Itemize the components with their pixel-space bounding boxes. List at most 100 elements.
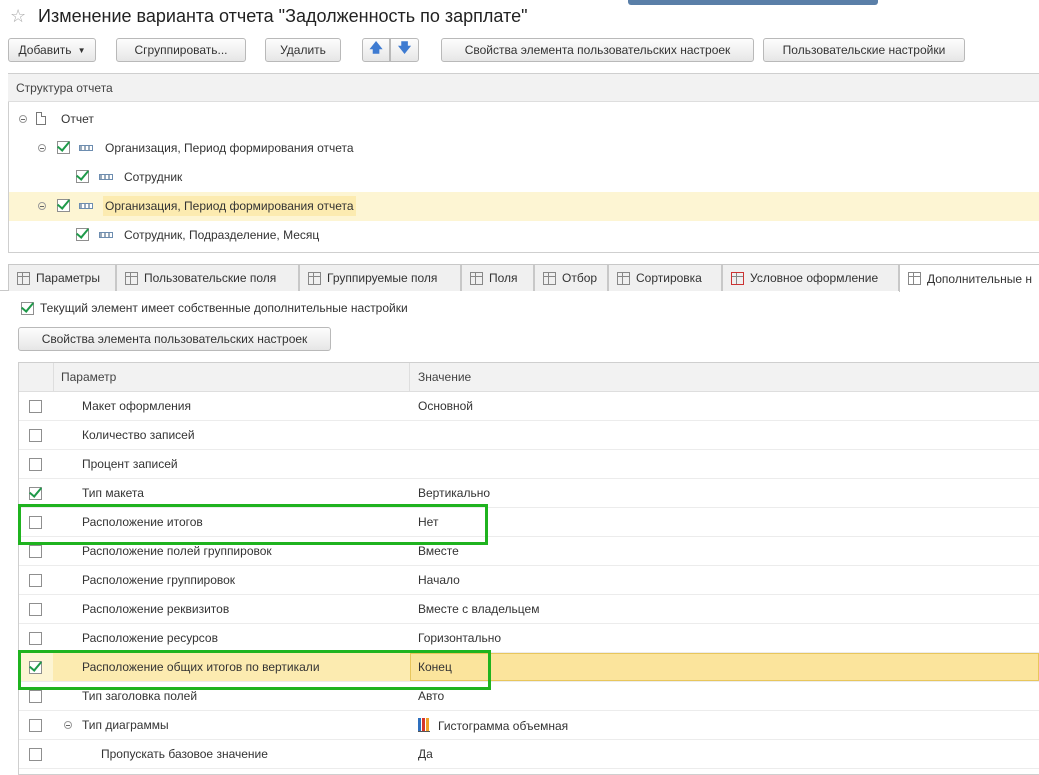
- parameter-value[interactable]: Горизонтально: [418, 631, 501, 645]
- own-settings-checkbox[interactable]: [21, 302, 34, 315]
- tree-item-grouping-selected[interactable]: Организация, Период формирования отчета: [103, 196, 356, 216]
- tree-item-checkbox[interactable]: [76, 170, 89, 183]
- tab-fields[interactable]: Поля: [461, 264, 534, 291]
- row-use-checkbox[interactable]: [29, 719, 42, 732]
- tab-user-fields[interactable]: Пользовательские поля: [116, 264, 299, 291]
- element-properties-button[interactable]: Свойства элемента пользовательских настр…: [441, 38, 754, 62]
- column-header-parameter[interactable]: Параметр: [61, 370, 116, 384]
- parameter-value[interactable]: Вместе с владельцем: [418, 602, 539, 616]
- parameter-name: Пропускать базовое значение: [101, 747, 268, 761]
- tab-conditional-formatting[interactable]: Условное оформление: [722, 264, 899, 291]
- parameter-name: Расположение группировок: [82, 573, 236, 587]
- parameter-value-text: Начало: [418, 573, 460, 587]
- window-top-decoration: [628, 0, 878, 5]
- tree-item-grouping[interactable]: Сотрудник, Подразделение, Месяц: [124, 228, 319, 242]
- row-use-checkbox[interactable]: [29, 400, 42, 413]
- sort-icon: [617, 271, 630, 285]
- collapse-icon[interactable]: [19, 115, 27, 123]
- delete-button[interactable]: Удалить: [265, 38, 341, 62]
- parameter-value[interactable]: Авто: [418, 689, 444, 703]
- row-use-checkbox[interactable]: [29, 690, 42, 703]
- parameter-name: Расположение реквизитов: [82, 602, 230, 616]
- tree-item-grouping[interactable]: Сотрудник: [124, 170, 182, 184]
- tree-item-checkbox[interactable]: [57, 199, 70, 212]
- parameter-value[interactable]: Вертикально: [418, 486, 490, 500]
- parameter-name: Процент записей: [82, 457, 178, 471]
- parameter-value-text: Авто: [418, 689, 445, 703]
- row-use-checkbox[interactable]: [29, 545, 42, 558]
- tree-item-checkbox[interactable]: [57, 141, 70, 154]
- parameter-value[interactable]: Начало: [418, 573, 460, 587]
- page-title: Изменение варианта отчета "Задолженность…: [38, 6, 528, 26]
- table-row[interactable]: Расположение реквизитов Вместе с владельц…: [19, 595, 1039, 624]
- report-document-icon: [36, 112, 46, 125]
- parameter-value[interactable]: Основной: [418, 399, 473, 413]
- row-use-checkbox[interactable]: [29, 458, 42, 471]
- collapse-icon[interactable]: [64, 721, 72, 729]
- value-input-cell[interactable]: [410, 653, 1039, 681]
- parameter-value-text: Гистограмма объемная: [438, 719, 569, 733]
- annotation-frame-vertical-totals: [18, 650, 491, 690]
- tab-groupable-fields[interactable]: Группируемые поля: [299, 264, 461, 291]
- tab-parameters[interactable]: Параметры: [8, 264, 116, 291]
- collapse-icon[interactable]: [38, 144, 46, 152]
- table-row[interactable]: Тип диаграммы Гистограмма объемная: [19, 711, 1039, 740]
- parameters-icon: [17, 271, 30, 285]
- column-header-value[interactable]: Значение: [418, 370, 471, 384]
- tab-label: Условное оформление: [750, 271, 879, 285]
- group-button[interactable]: Сгруппировать...: [116, 38, 246, 62]
- filter-icon: [543, 271, 556, 285]
- tab-label: Пользовательские поля: [144, 271, 277, 285]
- annotation-frame-totals-placement: [18, 504, 488, 545]
- grouping-icon: [99, 174, 113, 180]
- parameter-value[interactable]: Вместе: [418, 544, 459, 558]
- parameter-value[interactable]: Гистограмма объемная: [418, 718, 568, 733]
- table-row[interactable]: Макет оформления Основной: [19, 392, 1039, 421]
- table-row[interactable]: Пропускать базовое значение Да: [19, 740, 1039, 769]
- table-row[interactable]: Расположение ресурсов Горизонтально: [19, 624, 1039, 653]
- settings-gear-icon: [908, 272, 921, 285]
- tree-item-report[interactable]: Отчет: [61, 112, 94, 126]
- row-use-checkbox[interactable]: [29, 429, 42, 442]
- parameter-name: Расположение полей группировок: [82, 544, 272, 558]
- grouping-icon: [79, 145, 93, 151]
- tab-sorting[interactable]: Сортировка: [608, 264, 722, 291]
- parameter-name: Тип заголовка полей: [82, 689, 198, 703]
- tab-label: Параметры: [36, 271, 100, 285]
- tab-label: Сортировка: [636, 271, 702, 285]
- column-divider: [409, 363, 410, 391]
- table-row[interactable]: Расположение группировок Начало: [19, 566, 1039, 595]
- element-properties-button-2[interactable]: Свойства элемента пользовательских настр…: [18, 327, 331, 351]
- grid-header: Параметр Значение: [19, 363, 1039, 392]
- user-settings-button[interactable]: Пользовательские настройки: [763, 38, 965, 62]
- row-use-checkbox[interactable]: [29, 487, 42, 500]
- row-use-checkbox[interactable]: [29, 603, 42, 616]
- move-down-icon[interactable]: 🡇: [390, 38, 419, 62]
- favorite-star-icon[interactable]: ☆: [10, 6, 26, 27]
- bar-chart-icon: [418, 718, 430, 732]
- move-up-icon[interactable]: 🡅: [362, 38, 390, 62]
- add-button-label: Добавить: [18, 43, 72, 57]
- tree-item-grouping[interactable]: Организация, Период формирования отчета: [105, 141, 354, 155]
- tab-additional-settings[interactable]: Дополнительные н: [899, 264, 1039, 292]
- tab-filter[interactable]: Отбор: [534, 264, 608, 291]
- report-structure-header: Структура отчета: [8, 74, 1039, 102]
- tab-label: Группируемые поля: [327, 271, 438, 285]
- parameter-value[interactable]: Да: [418, 747, 433, 761]
- fields-icon: [470, 271, 483, 285]
- row-use-checkbox[interactable]: [29, 632, 42, 645]
- parameter-name: Тип макета: [82, 486, 144, 500]
- conditional-format-icon: [731, 271, 744, 285]
- tab-label: Дополнительные н: [927, 271, 1032, 286]
- tab-label: Отбор: [562, 271, 598, 285]
- tree-item-checkbox[interactable]: [76, 228, 89, 241]
- row-use-checkbox[interactable]: [29, 574, 42, 587]
- table-row[interactable]: Процент записей: [19, 450, 1039, 479]
- parameter-value-text: Основной: [418, 399, 474, 413]
- row-use-checkbox[interactable]: [29, 748, 42, 761]
- parameter-value-text: Вместе: [418, 544, 459, 558]
- collapse-icon[interactable]: [38, 202, 46, 210]
- add-button[interactable]: Добавить ▼: [8, 38, 96, 62]
- parameter-name: Макет оформления: [82, 399, 191, 413]
- table-row[interactable]: Количество записей: [19, 421, 1039, 450]
